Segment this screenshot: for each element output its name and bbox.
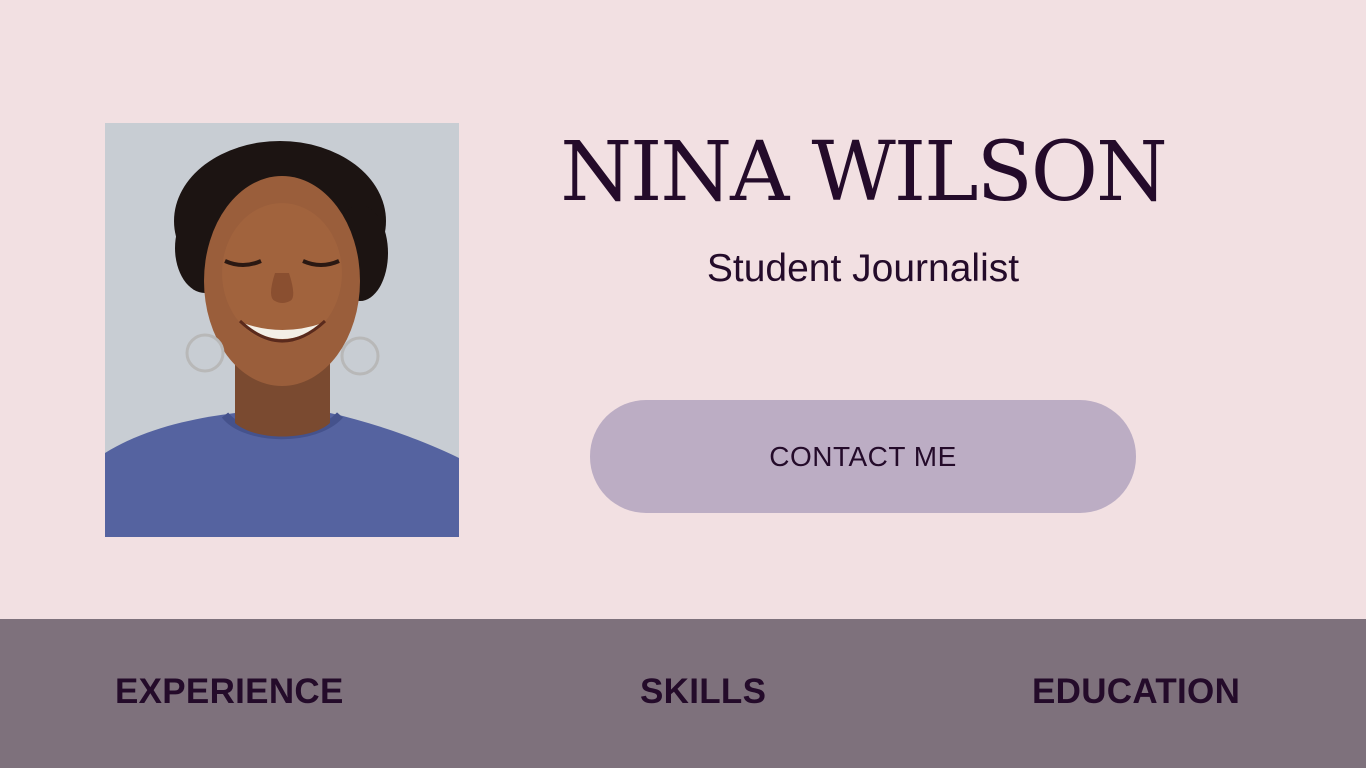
nav-education-link[interactable]: EDUCATION — [1032, 670, 1240, 714]
contact-me-button[interactable]: CONTACT ME — [590, 400, 1136, 513]
portrait-image — [105, 123, 459, 537]
nav-skills-link[interactable]: SKILLS — [640, 670, 766, 714]
profile-role: Student Journalist — [706, 247, 1020, 290]
profile-photo — [105, 123, 459, 537]
nav-experience-link[interactable]: EXPERIENCE — [115, 670, 344, 714]
profile-name: NINA WILSON — [560, 125, 1167, 220]
